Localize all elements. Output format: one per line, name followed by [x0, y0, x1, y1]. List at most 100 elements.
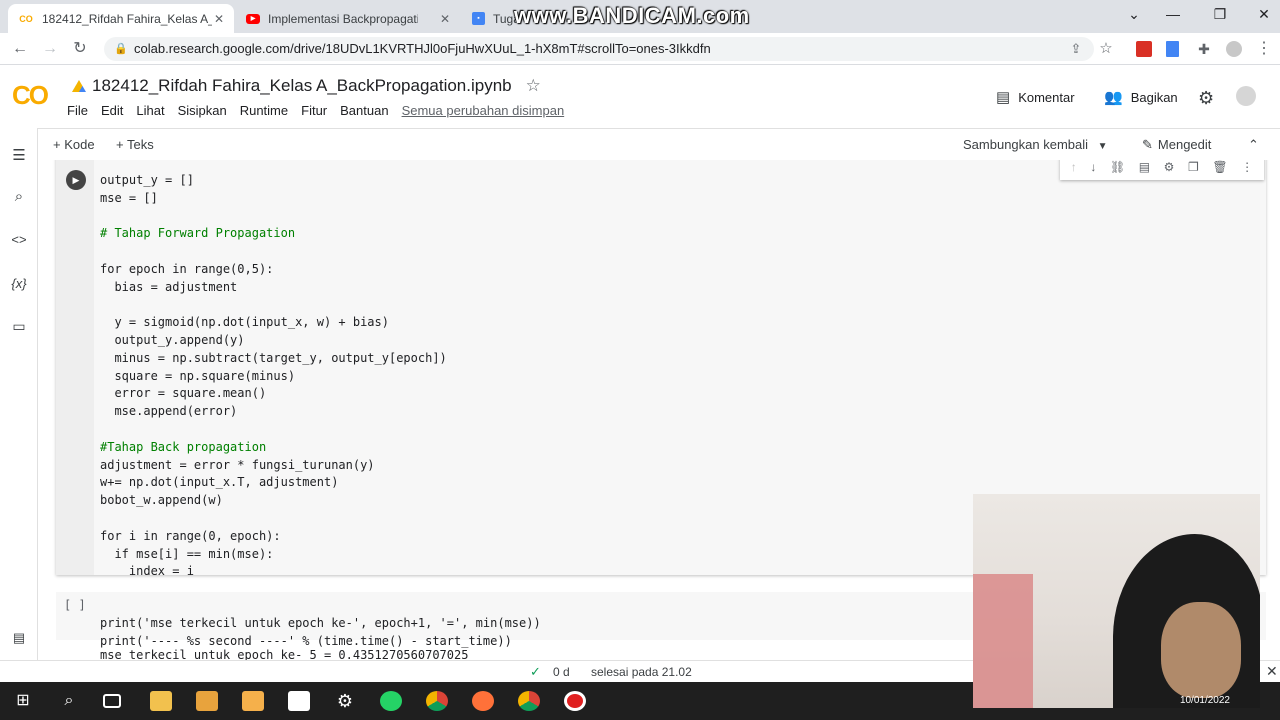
- code-line: if mse[i] == min(mse):: [100, 546, 274, 561]
- media-app-icon[interactable]: [242, 691, 264, 711]
- url-field[interactable]: 🔒 colab.research.google.com/drive/18UDvL…: [104, 37, 1094, 61]
- whatsapp-icon[interactable]: [380, 691, 402, 711]
- more-options-icon[interactable]: ⋮: [1241, 160, 1253, 174]
- store-icon[interactable]: [288, 691, 310, 711]
- close-window-icon[interactable]: ✕: [1241, 6, 1280, 23]
- notebook-toolbar: + Kode + Teks Sambungkan kembali ▼ ✎ Meng…: [0, 128, 1280, 160]
- terminal-icon[interactable]: ▤: [9, 630, 29, 646]
- avatar[interactable]: [1226, 41, 1242, 57]
- notebook-title-area: 182412_Rifdah Fahira_Kelas A_BackPropaga…: [72, 76, 541, 96]
- reconnect-button[interactable]: Sambungkan kembali ▼: [963, 137, 1108, 152]
- browser-address-bar: ← → ↻ 🔒 colab.research.google.com/drive/…: [0, 33, 1280, 65]
- menu-insert[interactable]: Sisipkan: [178, 103, 227, 118]
- mirror-cell-icon[interactable]: ❐: [1188, 160, 1199, 174]
- restore-icon[interactable]: ❐: [1197, 6, 1243, 23]
- minimize-icon[interactable]: —: [1150, 6, 1196, 22]
- menu-edit[interactable]: Edit: [101, 103, 123, 118]
- file-explorer-icon[interactable]: [150, 691, 172, 711]
- account-avatar[interactable]: [1236, 86, 1256, 106]
- code-line: bias = adjustment: [100, 279, 238, 294]
- back-icon[interactable]: ←: [10, 39, 30, 59]
- delete-icon[interactable]: 🗑: [1212, 160, 1227, 174]
- share-button[interactable]: 👥 Bagikan: [1104, 88, 1178, 106]
- tab-colab-notebook[interactable]: CO 182412_Rifdah Fahira_Kelas A_Ba ✕: [8, 4, 234, 33]
- windows-start-icon[interactable]: ⊞: [12, 691, 34, 711]
- youtube-icon: ▶: [246, 13, 260, 24]
- caret-down-icon: ▼: [1097, 141, 1108, 152]
- menu-view[interactable]: Lihat: [136, 103, 164, 118]
- folder-icon[interactable]: ▭: [9, 318, 29, 335]
- close-icon[interactable]: ✕: [214, 12, 224, 26]
- code-line: mse.append(error): [100, 404, 238, 419]
- colab-logo[interactable]: CO: [12, 80, 49, 111]
- code-line: bobot_w.append(w): [100, 493, 223, 508]
- code-editor[interactable]: output_y = [] mse = [] # Tahap Forward Pr…: [100, 160, 447, 617]
- bookmark-star-icon[interactable]: ☆: [1096, 39, 1116, 59]
- search-icon[interactable]: ⌕: [58, 691, 80, 711]
- comment-button[interactable]: ▤ Komentar: [996, 88, 1075, 106]
- editing-label: Mengedit: [1157, 137, 1212, 152]
- task-view-icon[interactable]: [103, 694, 121, 708]
- add-code-button[interactable]: + Kode: [53, 137, 95, 152]
- extension-icon[interactable]: [1136, 41, 1152, 57]
- forward-icon[interactable]: →: [40, 39, 60, 59]
- link-icon[interactable]: ⛓: [1110, 160, 1125, 174]
- share-page-icon[interactable]: ⇪: [1066, 39, 1086, 59]
- tab-classroom[interactable]: ▪ Tuga: [462, 4, 522, 33]
- avatar: [1236, 86, 1256, 106]
- variables-icon[interactable]: {x}: [9, 276, 29, 291]
- move-up-icon[interactable]: ↑: [1071, 160, 1077, 174]
- check-icon: ✓: [530, 664, 541, 679]
- add-text-button[interactable]: + Teks: [116, 137, 154, 152]
- run-cell-button[interactable]: ▶: [66, 170, 86, 190]
- code-line: minus = np.subtract(target_y, output_y[e…: [100, 350, 447, 365]
- code-snippets-icon[interactable]: <>: [9, 232, 29, 247]
- code-line: for i in range(0, epoch):: [100, 528, 281, 543]
- cell-gutter: [56, 160, 94, 575]
- comment-icon[interactable]: ▤: [1139, 160, 1150, 174]
- notebook-title[interactable]: 182412_Rifdah Fahira_Kelas A_BackPropaga…: [92, 76, 512, 96]
- search-icon[interactable]: ⌕: [9, 188, 29, 205]
- bandicam-watermark: www.BANDICAM.com: [514, 3, 750, 28]
- menu-bar: File Edit Lihat Sisipkan Runtime Fitur B…: [67, 103, 577, 118]
- chrome-icon[interactable]: [426, 691, 448, 711]
- lock-icon: 🔒: [114, 43, 128, 55]
- table-of-contents-icon[interactable]: ☰: [9, 146, 29, 164]
- move-down-icon[interactable]: ↓: [1090, 160, 1096, 174]
- menu-tools[interactable]: Fitur: [301, 103, 327, 118]
- settings-gear-icon[interactable]: ⚙: [334, 691, 356, 711]
- code-line: output_y = []: [100, 172, 194, 187]
- close-icon[interactable]: ✕: [1266, 663, 1278, 680]
- tab-youtube[interactable]: ▶ Implementasi Backpropagation S ✕: [236, 4, 460, 33]
- background-curtain: [973, 574, 1033, 708]
- close-icon[interactable]: ✕: [440, 12, 450, 26]
- editing-mode-button[interactable]: ✎ Mengedit: [1142, 137, 1211, 153]
- tab-title: Implementasi Backpropagation S: [268, 11, 418, 26]
- menu-runtime[interactable]: Runtime: [240, 103, 288, 118]
- app-icon[interactable]: [196, 691, 218, 711]
- settings-button[interactable]: ⚙: [1198, 88, 1222, 109]
- cell-execution-count[interactable]: [ ]: [64, 598, 86, 612]
- puzzle-icon[interactable]: ✚: [1194, 39, 1214, 59]
- code-line: output_y.append(y): [100, 332, 245, 347]
- star-icon[interactable]: ☆: [526, 76, 541, 96]
- pencil-icon: ✎: [1142, 137, 1153, 152]
- menu-file[interactable]: File: [67, 103, 88, 118]
- record-icon[interactable]: [564, 691, 586, 711]
- docs-extension-icon[interactable]: [1166, 41, 1179, 57]
- gear-icon[interactable]: ⚙: [1164, 160, 1175, 174]
- firefox-icon[interactable]: [472, 691, 494, 711]
- save-status-link[interactable]: Semua perubahan disimpan: [402, 103, 565, 118]
- left-sidebar: ☰ ⌕ <> {x} ▭ ▤: [0, 128, 38, 660]
- kebab-menu-icon[interactable]: ⋮: [1254, 39, 1274, 59]
- menu-help[interactable]: Bantuan: [340, 103, 388, 118]
- chrome-icon[interactable]: [518, 691, 540, 711]
- collapse-header-icon[interactable]: ⌃: [1248, 137, 1259, 153]
- comment-label: Komentar: [1018, 89, 1075, 105]
- reload-icon[interactable]: ↻: [70, 39, 90, 59]
- code-line: mse = []: [100, 190, 158, 205]
- code-line: error = square.mean(): [100, 386, 267, 401]
